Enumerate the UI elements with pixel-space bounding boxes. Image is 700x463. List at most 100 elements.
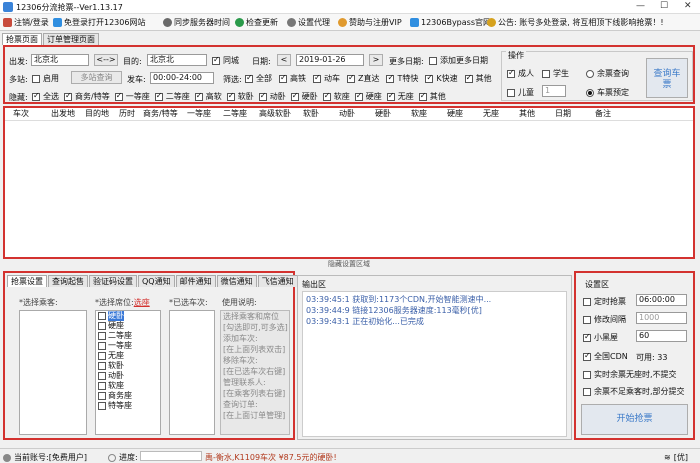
tab-fetion[interactable]: 飞信通知 [257,275,298,287]
list-item[interactable]: 软座 [98,381,160,391]
list-item[interactable]: 一等座 [98,341,160,351]
realtime-checkbox[interactable]: 实时余票无座时,不提交 [583,369,677,380]
student-checkbox[interactable]: 学生 [542,68,569,79]
filter-other[interactable]: 其他 [464,73,492,84]
blackroom-checkbox[interactable]: 小黑屋 [583,332,618,343]
hide-settings-toggle[interactable]: 隐藏设置区域 [3,260,695,269]
open-12306-button[interactable]: 免登录打开12306网站 [53,17,145,28]
sync-time-button[interactable]: 同步服务器时间 [163,17,230,28]
hide-wuzuo[interactable]: 无座 [386,91,414,102]
selected-trains-list[interactable] [169,310,215,435]
output-log[interactable]: 03:39:45:1 获取到:1173个CDN,开始智能测速中... 03:39… [302,291,567,437]
results-table[interactable]: 车次 出发地 目的地 历时 商务/特等 一等座 二等座 高级软卧 软卧 动卧 硬… [3,106,695,259]
depart-time-select[interactable]: 00:00-24:00 [150,72,214,84]
filter-t[interactable]: T特快 [386,73,418,84]
hide-ruanwo[interactable]: 软卧 [226,91,254,102]
checkbox-icon [425,73,434,83]
sponsor-vip-button[interactable]: 赞助与注册VIP [338,17,402,28]
config-label: 设置区 [585,280,609,289]
seat-select-link[interactable]: 选座 [134,298,150,307]
filter-all[interactable]: 全部 [245,73,272,84]
tab-grab[interactable]: 抢票页面 [2,33,42,45]
prev-date-button[interactable]: < [277,54,291,66]
col-header: 车次 [13,109,29,118]
seat-list[interactable]: 硬卧 硬座 二等座 一等座 无座 软卧 动卧 软座 商务座 特等座 [95,310,161,435]
list-item[interactable]: 无座 [98,351,160,361]
operations-label: 操作 [506,50,526,61]
checkbox-icon [290,91,299,101]
query-tickets-button[interactable]: 查询车票 [646,58,688,98]
multi-station-label: 多站: [9,75,28,84]
hide-settings-label: 隐藏设置区域 [328,260,370,268]
multi-query-button[interactable]: 多站查询 [71,71,122,84]
hide-gaoruan[interactable]: 高软 [194,91,222,102]
timed-checkbox[interactable]: 定时抢票 [583,296,626,307]
check-update-button[interactable]: 检查更新 [235,17,278,28]
cdn-checkbox[interactable]: 全国CDN [583,351,628,362]
list-item[interactable]: 动卧 [98,371,160,381]
list-item[interactable]: 二等座 [98,331,160,341]
help-line: 管理联系人: [223,378,266,387]
adult-checkbox[interactable]: 成人 [507,68,534,79]
hide-ruanzuo[interactable]: 软座 [322,91,350,102]
list-item[interactable]: 特等座 [98,401,160,411]
col-header: 出发地 [51,109,75,118]
col-header: 日期 [555,109,571,118]
book-mode-radio[interactable]: 车票预定 [586,87,629,98]
list-item[interactable]: 软卧 [98,361,160,371]
child-count-stepper[interactable]: 1 [542,85,566,97]
from-input[interactable]: 北京北 [31,54,89,66]
tab-qq[interactable]: QQ通知 [138,275,175,287]
minimize-button[interactable]: — [636,1,645,11]
list-item[interactable]: 硬座 [98,321,160,331]
child-checkbox[interactable]: 儿童 [507,87,534,98]
checkbox-icon [347,73,355,83]
tab-captcha[interactable]: 验证码设置 [89,275,137,287]
tab-grab-settings[interactable]: 抢票设置 [7,275,47,287]
checkbox-icon [98,312,106,320]
filter-dongche[interactable]: 动车 [313,73,340,84]
hide-yingwo[interactable]: 硬卧 [290,91,318,102]
remain-query-radio[interactable]: 余票查询 [586,68,629,79]
hide-yingzuo[interactable]: 硬座 [354,91,382,102]
hide-second[interactable]: 二等座 [154,91,190,102]
hide-all[interactable]: 全选 [32,91,59,102]
tab-presale[interactable]: 查询起售 [48,275,88,287]
tab-mail[interactable]: 邮件通知 [175,275,216,287]
toolbar: 注销/登录 免登录打开12306网站 同步服务器时间 检查更新 设置代理 赞助与… [0,14,700,31]
filter-k[interactable]: K快速 [425,73,458,84]
hide-business[interactable]: 商务/特等 [64,91,110,102]
partial-checkbox[interactable]: 余票不足乘客时,部分提交 [583,386,685,397]
filter-z[interactable]: Z直达 [347,73,379,84]
close-button[interactable]: ✕ [684,1,692,11]
hide-dongwo[interactable]: 动卧 [258,91,286,102]
date-input[interactable]: 2019-01-26 [296,54,364,66]
tab-orders[interactable]: 订单管理页面 [43,33,99,45]
passenger-list[interactable] [19,310,87,435]
enable-checkbox[interactable]: 启用 [32,73,59,84]
proxy-settings-button[interactable]: 设置代理 [287,17,330,28]
to-input[interactable]: 北京北 [147,54,207,66]
login-button[interactable]: 注销/登录 [3,17,49,28]
timed-input[interactable]: 06:00:00 [636,294,687,306]
add-more-dates-checkbox[interactable]: 添加更多日期 [429,55,488,66]
col-header: 二等座 [223,109,247,118]
tab-wechat[interactable]: 微信通知 [216,275,257,287]
speaker-icon [487,18,496,27]
col-header: 软座 [411,109,427,118]
interval-input[interactable]: 1000 [636,312,687,324]
official-site-button[interactable]: 12306Bypass官网 [410,17,491,28]
list-item[interactable]: 硬卧 [98,311,160,321]
checkbox-icon [583,297,591,306]
filter-gaotie[interactable]: 高铁 [279,73,306,84]
list-item[interactable]: 商务座 [98,391,160,401]
hide-other[interactable]: 其他 [418,91,446,102]
next-date-button[interactable]: > [369,54,383,66]
interval-checkbox[interactable]: 修改间隔 [583,314,626,325]
same-city-checkbox[interactable]: 同城 [212,55,239,66]
swap-button[interactable]: <--> [94,54,118,66]
maximize-button[interactable]: ☐ [660,1,668,11]
hide-first[interactable]: 一等座 [114,91,150,102]
start-grab-button[interactable]: 开始抢票 [581,404,688,435]
blackroom-input[interactable]: 60 [636,330,687,342]
